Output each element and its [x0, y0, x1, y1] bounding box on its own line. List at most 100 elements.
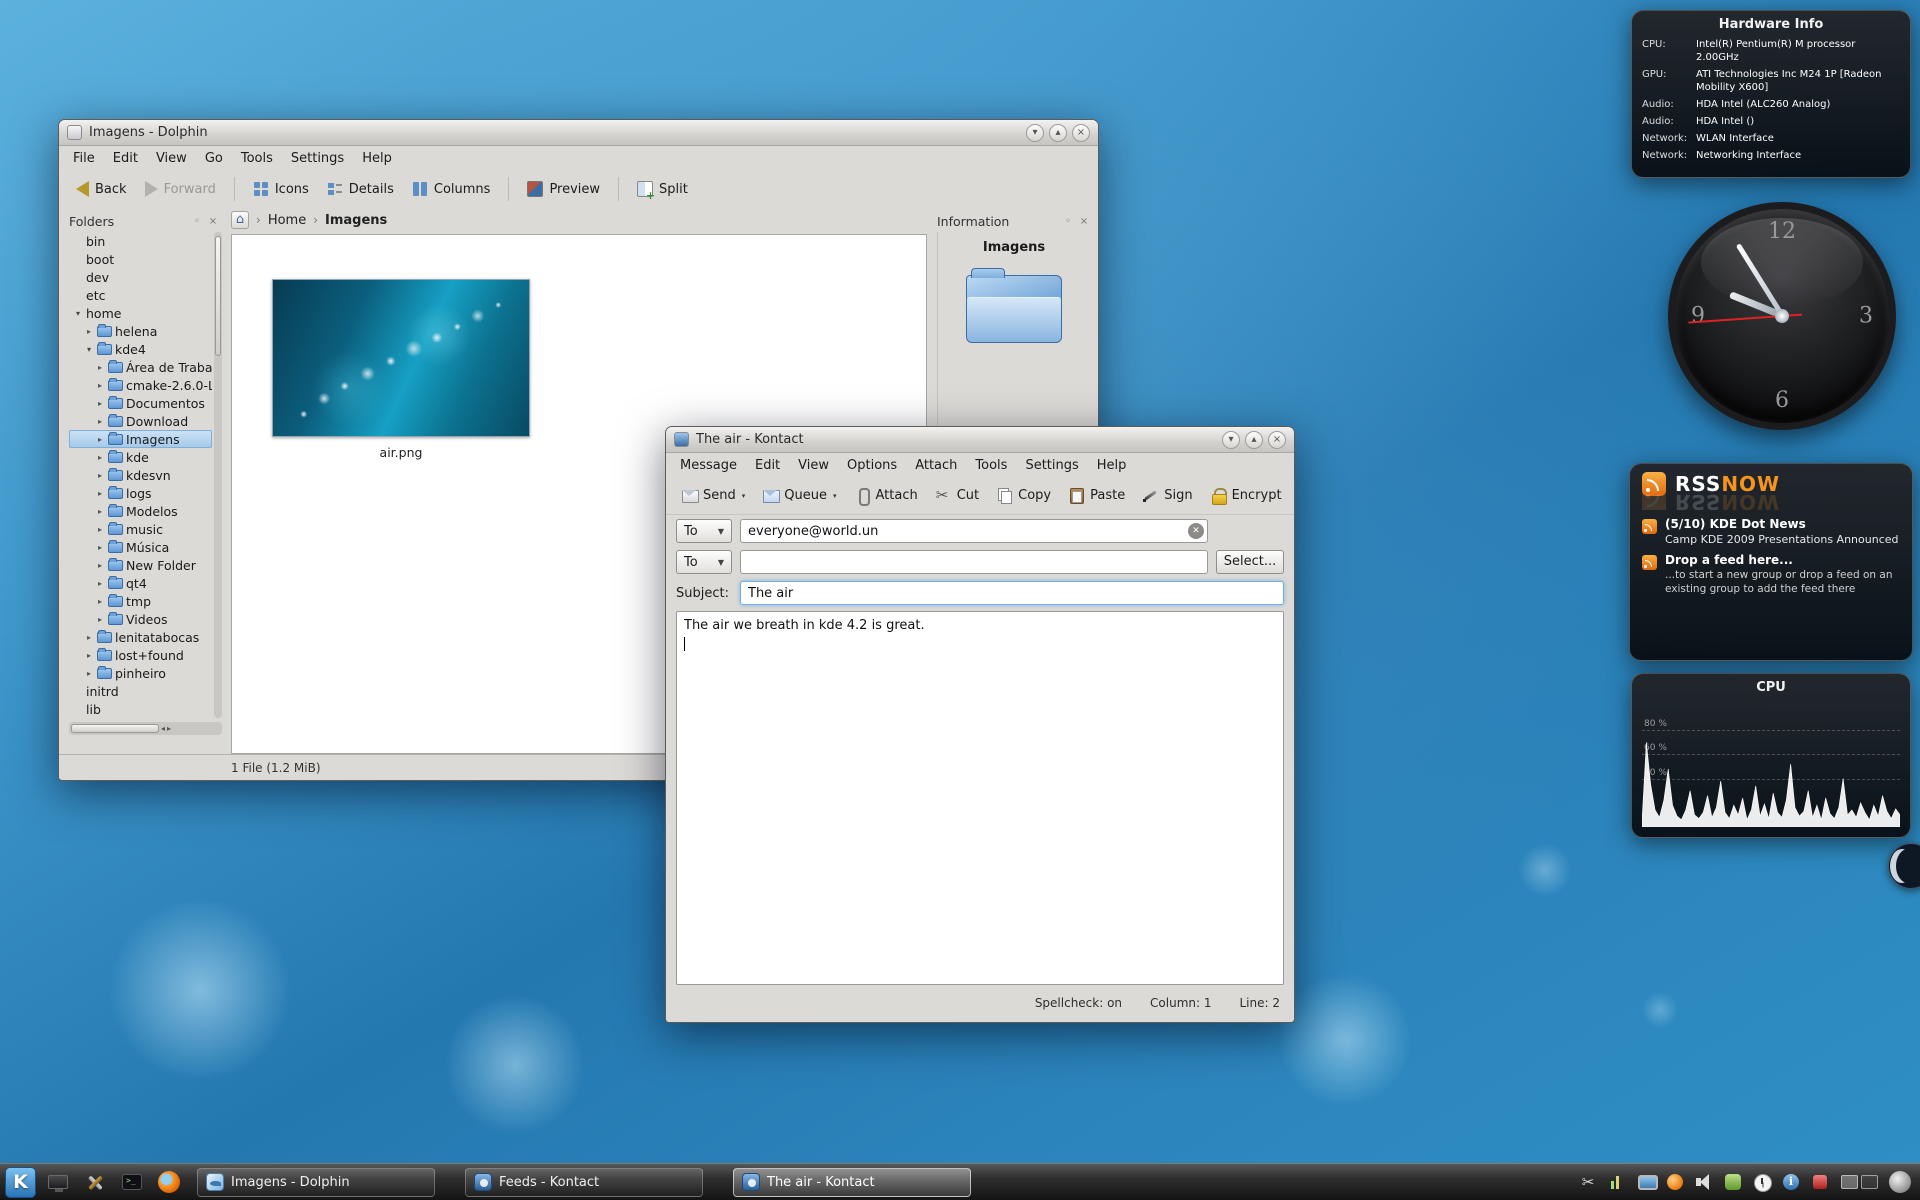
menu-item[interactable]: Message	[672, 455, 745, 476]
browser-button[interactable]	[154, 1167, 184, 1198]
scrollbar-thumb[interactable]	[71, 724, 159, 733]
info-icon[interactable]	[1781, 1172, 1801, 1192]
taskbar-task[interactable]: Feeds - Kontact	[465, 1168, 703, 1197]
home-icon[interactable]: ⌂	[231, 211, 249, 229]
cpu-monitor-widget[interactable]: CPU 80 % 60 % 40 %	[1631, 673, 1911, 838]
analog-clock-widget[interactable]: 12 3 6 9	[1668, 202, 1896, 430]
toolbar-button[interactable]: Send ▾	[674, 482, 752, 509]
toolbar-button[interactable]: Sign ▾	[1135, 482, 1199, 509]
forward-button[interactable]: Forward	[138, 176, 223, 202]
klipper-icon[interactable]: ✂	[1578, 1172, 1598, 1192]
folder-tree-item[interactable]: music	[69, 520, 212, 538]
folder-tree-item[interactable]: helena	[69, 322, 212, 340]
recipient-type-dropdown[interactable]: To ▼	[676, 519, 732, 543]
toolbar-button[interactable]: Cut ▾	[928, 482, 986, 509]
breadcrumb-home[interactable]: Home	[268, 213, 306, 228]
tree-expander-icon[interactable]	[95, 453, 105, 462]
tree-expander-icon[interactable]	[84, 651, 94, 660]
toolbar-button[interactable]: Encrypt ▾	[1203, 482, 1289, 509]
panel-cashew-icon[interactable]	[1889, 1171, 1911, 1193]
system-monitor-icon[interactable]	[1607, 1172, 1627, 1192]
menu-item[interactable]: Edit	[105, 148, 146, 169]
folder-tree-item[interactable]: dev	[69, 268, 212, 286]
folder-tree-item[interactable]: qt4	[69, 574, 212, 592]
kmenu-button[interactable]: K	[5, 1167, 36, 1198]
tree-expander-icon[interactable]	[95, 579, 105, 588]
folder-tree-item[interactable]: kde	[69, 448, 212, 466]
menu-item[interactable]: View	[148, 148, 195, 169]
tree-expander-icon[interactable]	[84, 345, 94, 354]
menu-item[interactable]: Help	[354, 148, 400, 169]
folder-tree-item[interactable]: Download	[69, 412, 212, 430]
tree-expander-icon[interactable]	[95, 417, 105, 426]
menu-item[interactable]: Edit	[747, 455, 788, 476]
tree-expander-icon[interactable]	[95, 597, 105, 606]
tree-expander-icon[interactable]	[95, 381, 105, 390]
tree-expander-icon[interactable]	[84, 327, 94, 336]
recipient-input-1[interactable]	[740, 519, 1208, 543]
folder-tree-item[interactable]: cmake-2.6.0-Linu	[69, 376, 212, 394]
minimize-button[interactable]: ▾	[1222, 431, 1240, 449]
minimize-button[interactable]: ▾	[1026, 124, 1044, 142]
select-recipient-button[interactable]: Select...	[1216, 550, 1284, 574]
device-notifier-button[interactable]	[43, 1167, 73, 1198]
folder-tree-item[interactable]: bin	[69, 232, 212, 250]
rss-feed-item[interactable]: (5/10) KDE Dot News Camp KDE 2009 Presen…	[1642, 517, 1900, 546]
close-panel-icon[interactable]: ×	[207, 216, 219, 227]
tree-expander-icon[interactable]	[84, 633, 94, 642]
folder-tree-item[interactable]: Área de Trabalho	[69, 358, 212, 376]
recipient-input-2[interactable]	[740, 550, 1208, 574]
menu-item[interactable]: View	[790, 455, 837, 476]
split-button[interactable]: Split	[630, 176, 695, 202]
tree-expander-icon[interactable]	[95, 507, 105, 516]
kgpg-icon[interactable]	[1810, 1172, 1830, 1192]
network-icon[interactable]	[1723, 1172, 1743, 1192]
folder-tree-item[interactable]: Música	[69, 538, 212, 556]
toolbar-button[interactable]: Paste ▾	[1061, 482, 1132, 509]
konsole-button[interactable]	[117, 1167, 147, 1198]
float-panel-icon[interactable]: ◦	[1062, 216, 1074, 227]
toolbar-button[interactable]: Attach ▾	[847, 482, 925, 509]
menu-item[interactable]: Attach	[907, 455, 965, 476]
scroll-right-icon[interactable]: ▸	[167, 724, 171, 733]
menu-item[interactable]: Tools	[967, 455, 1015, 476]
message-body-editor[interactable]: The air we breath in kde 4.2 is great.	[676, 611, 1284, 985]
folder-tree-item[interactable]: tmp	[69, 592, 212, 610]
dolphin-titlebar[interactable]: Imagens - Dolphin ▾ ▴ ×	[59, 120, 1098, 146]
clear-field-icon[interactable]: ✕	[1188, 523, 1204, 539]
pager[interactable]	[1841, 1175, 1878, 1189]
folder-tree-item[interactable]: home	[69, 304, 212, 322]
breadcrumb-current[interactable]: Imagens	[325, 213, 387, 228]
menu-item[interactable]: Go	[197, 148, 231, 169]
tree-expander-icon[interactable]	[95, 435, 105, 444]
float-panel-icon[interactable]: ◦	[191, 216, 203, 227]
folders-vertical-scrollbar[interactable]	[214, 232, 222, 718]
preview-button[interactable]: Preview	[520, 176, 607, 202]
details-view-button[interactable]: Details	[320, 176, 401, 202]
folder-tree-item[interactable]: boot	[69, 250, 212, 268]
close-button[interactable]: ×	[1072, 124, 1090, 142]
subject-input[interactable]	[740, 581, 1284, 605]
folder-tree-item[interactable]: kde4	[69, 340, 212, 358]
kontact-titlebar[interactable]: The air - Kontact ▾ ▴ ×	[666, 427, 1294, 453]
system-settings-button[interactable]	[80, 1167, 110, 1198]
tree-expander-icon[interactable]	[95, 471, 105, 480]
rssnow-widget[interactable]: RSSNOW RSSNOW (5/10) KDE Dot News Camp K…	[1629, 463, 1913, 661]
folders-horizontal-scrollbar[interactable]: ◂ ▸	[69, 722, 222, 735]
rss-drop-zone[interactable]: Drop a feed here... ...to start a new gr…	[1642, 553, 1900, 596]
tree-expander-icon[interactable]	[95, 543, 105, 552]
tree-expander-icon[interactable]	[95, 561, 105, 570]
amarok-icon[interactable]	[1665, 1172, 1685, 1192]
back-button[interactable]: Back	[69, 176, 134, 202]
folder-tree-item[interactable]: lib	[69, 700, 212, 718]
menu-item[interactable]: Help	[1089, 455, 1135, 476]
toolbar-button[interactable]: Copy ▾	[989, 482, 1058, 509]
hardware-info-widget[interactable]: Hardware Info CPU: Intel(R) Pentium(R) M…	[1631, 10, 1911, 178]
tree-expander-icon[interactable]	[95, 489, 105, 498]
tree-expander-icon[interactable]	[95, 525, 105, 534]
toolbar-button[interactable]: Queue ▾	[755, 482, 843, 509]
file-item-air-png[interactable]: air.png	[272, 279, 532, 460]
folder-tree-item[interactable]: New Folder	[69, 556, 212, 574]
folder-tree-item[interactable]: logs	[69, 484, 212, 502]
folder-tree-item[interactable]: initrd	[69, 682, 212, 700]
